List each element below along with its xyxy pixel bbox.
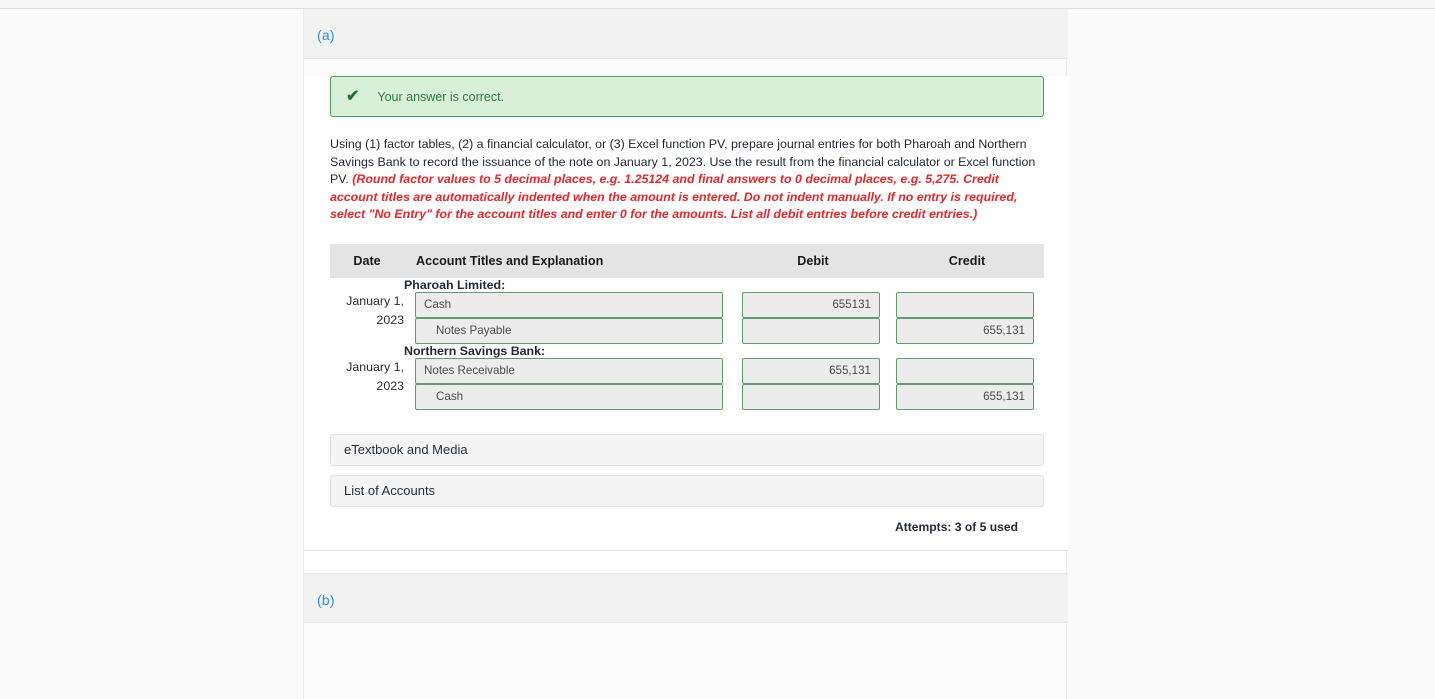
- debit-amount-input-1[interactable]: [742, 291, 880, 318]
- attempts-counter: Attempts: 3 of 5 used: [895, 519, 1018, 534]
- credit-amount-input-4[interactable]: [896, 383, 1034, 410]
- debit-cell: [736, 317, 890, 344]
- debit-cell: [736, 383, 890, 410]
- credit-amount-input-2[interactable]: [896, 317, 1034, 344]
- account-cell: [404, 357, 736, 384]
- table-row: January 1, 2023: [330, 357, 1044, 393]
- etextbook-and-media-label: eTextbook and Media: [344, 442, 468, 458]
- column-header-credit: Credit: [890, 243, 1044, 278]
- journal-table-head: Date Account Titles and Explanation Debi…: [330, 243, 1044, 278]
- part-a-header: (a): [304, 9, 1068, 59]
- journal-entry-table: Date Account Titles and Explanation Debi…: [330, 243, 1044, 410]
- instructions-hint: (Round factor values to 5 decimal places…: [330, 172, 1018, 222]
- debit-amount-input-2[interactable]: [742, 317, 880, 344]
- part-b-header: (b): [304, 572, 1068, 623]
- list-of-accounts-label: List of Accounts: [344, 483, 436, 499]
- account-cell: [404, 383, 736, 410]
- company-heading-row: Pharoah Limited:: [330, 278, 1044, 292]
- account-cell: [404, 317, 736, 344]
- table-row: [330, 383, 1044, 410]
- debit-cell: [736, 357, 890, 384]
- answer-correct-banner: ✔ Your answer is correct.: [330, 76, 1044, 117]
- debit-amount-input-3[interactable]: [742, 357, 880, 384]
- credit-amount-input-3[interactable]: [896, 357, 1034, 384]
- account-title-input-2[interactable]: [415, 317, 723, 344]
- credit-cell: [890, 357, 1044, 384]
- entry-date-pharoah: January 1, 2023: [346, 293, 404, 327]
- table-row: [330, 317, 1044, 344]
- check-icon: ✔: [346, 87, 360, 105]
- credit-cell: [890, 383, 1044, 410]
- account-title-input-1[interactable]: [415, 291, 723, 318]
- browser-top-bar: [0, 0, 1435, 9]
- company-heading-date-cell: [330, 278, 404, 292]
- company-name-pharoah: Pharoah Limited:: [404, 277, 506, 292]
- debit-amount-input-4[interactable]: [742, 383, 880, 410]
- column-header-debit: Debit: [736, 243, 890, 278]
- credit-cell: [890, 317, 1044, 344]
- company-heading-row: Northern Savings Bank:: [330, 344, 1044, 358]
- part-b-label: (b): [317, 591, 335, 608]
- column-header-account: Account Titles and Explanation: [404, 243, 736, 278]
- assignment-content-column: (a) ✔ Your answer is correct. Using (1) …: [303, 9, 1068, 699]
- account-title-input-4[interactable]: [415, 383, 723, 410]
- account-title-input-3[interactable]: [415, 357, 723, 384]
- part-a-label: (a): [317, 27, 335, 43]
- column-header-date: Date: [330, 243, 404, 278]
- table-row: January 1, 2023: [330, 291, 1044, 327]
- debit-cell: [736, 291, 890, 318]
- list-of-accounts-button[interactable]: List of Accounts: [330, 474, 1044, 507]
- entry-date-northern: January 1, 2023: [346, 359, 404, 393]
- credit-cell: [890, 291, 1044, 318]
- journal-table-header-row: Date Account Titles and Explanation Debi…: [330, 243, 1044, 278]
- part-a-card: ✔ Your answer is correct. Using (1) fact…: [304, 76, 1068, 551]
- journal-table-body: Pharoah Limited: January 1, 2023 Cash 65…: [330, 278, 1044, 410]
- etextbook-and-media-button[interactable]: eTextbook and Media: [330, 433, 1044, 466]
- company-heading-date-cell: [330, 344, 404, 358]
- question-instructions: Using (1) factor tables, (2) a financial…: [330, 136, 1042, 224]
- page-backdrop: (a) ✔ Your answer is correct. Using (1) …: [0, 9, 1435, 699]
- credit-amount-input-1[interactable]: [896, 291, 1034, 318]
- account-cell: [404, 291, 736, 318]
- section-gap: [304, 550, 1066, 573]
- answer-correct-text: Your answer is correct.: [377, 89, 505, 104]
- company-name-northern: Northern Savings Bank:: [404, 343, 546, 358]
